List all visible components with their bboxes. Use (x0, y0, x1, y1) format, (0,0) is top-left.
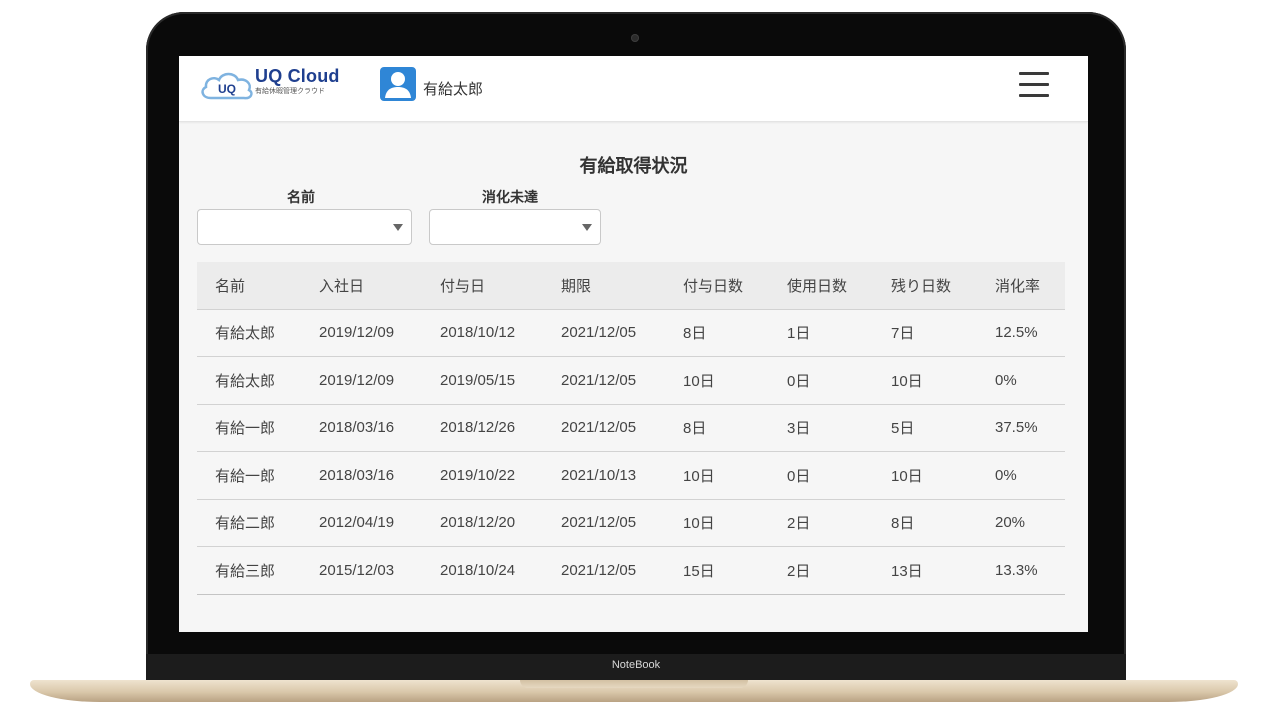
table-cell: 7日 (873, 309, 977, 357)
table-cell: 2018/10/24 (422, 546, 543, 595)
user-name: 有給太郎 (423, 80, 484, 98)
table-cell: 2021/12/05 (543, 356, 665, 405)
logo-subtitle: 有給休暇管理クラウド (255, 87, 325, 95)
table-header-row: 名前 入社日 付与日 期限 付与日数 使用日数 残り日数 消化率 (197, 262, 1065, 310)
leave-status-table: 名前 入社日 付与日 期限 付与日数 使用日数 残り日数 消化率 有給太郎 20… (197, 262, 1065, 595)
camera-icon (631, 34, 639, 42)
table-cell: 3日 (769, 404, 873, 452)
user-avatar-icon[interactable] (380, 67, 416, 101)
table-cell: 2021/12/05 (543, 404, 665, 452)
table-cell: 0% (977, 451, 1065, 500)
table-row[interactable]: 有給二郎 2012/04/19 2018/12/20 2021/12/05 10… (197, 499, 1065, 547)
table-cell: 10日 (665, 499, 769, 547)
table-cell: 2日 (769, 499, 873, 547)
logo-badge-text: UQ (218, 82, 236, 96)
column-header[interactable]: 消化率 (977, 262, 1065, 310)
table-cell: 有給一郎 (197, 404, 301, 452)
page-title: 有給取得状況 (579, 156, 688, 177)
filter-label-name: 名前 (287, 190, 315, 206)
table-cell: 2019/12/09 (301, 356, 422, 405)
table-cell: 有給太郎 (197, 356, 301, 405)
chevron-down-icon (393, 224, 403, 231)
table-cell: 10日 (873, 451, 977, 500)
column-header[interactable]: 入社日 (301, 262, 422, 310)
column-header[interactable]: 名前 (197, 262, 301, 310)
table-cell: 0% (977, 356, 1065, 405)
table-cell: 2018/03/16 (301, 451, 422, 500)
table-cell: 有給二郎 (197, 499, 301, 547)
table-cell: 2021/12/05 (543, 499, 665, 547)
column-header[interactable]: 残り日数 (873, 262, 977, 310)
table-cell: 2021/12/05 (543, 546, 665, 595)
unfulfilled-select[interactable] (429, 209, 601, 245)
filter-label-unfulfilled: 消化未達 (482, 190, 538, 206)
table-cell: 15日 (665, 546, 769, 595)
table-cell: 13.3% (977, 546, 1065, 595)
user-icon (385, 72, 411, 98)
name-select[interactable] (197, 209, 412, 245)
table-cell: 2日 (769, 546, 873, 595)
table-cell: 2018/12/20 (422, 499, 543, 547)
table-row[interactable]: 有給一郎 2018/03/16 2018/12/26 2021/12/05 8日… (197, 404, 1065, 452)
table-cell: 2019/12/09 (301, 309, 422, 357)
table-cell: 8日 (873, 499, 977, 547)
table-row[interactable]: 有給一郎 2018/03/16 2019/10/22 2021/10/13 10… (197, 451, 1065, 500)
laptop-hinge-notch (520, 680, 748, 688)
column-header[interactable]: 付与日 (422, 262, 543, 310)
table-cell: 有給太郎 (197, 309, 301, 357)
table-cell: 8日 (665, 309, 769, 357)
table-cell: 37.5% (977, 404, 1065, 452)
table-row[interactable]: 有給太郎 2019/12/09 2018/10/12 2021/12/05 8日… (197, 309, 1065, 357)
table-cell: 2012/04/19 (301, 499, 422, 547)
table-cell: 0日 (769, 356, 873, 405)
table-cell: 2018/10/12 (422, 309, 543, 357)
column-header[interactable]: 使用日数 (769, 262, 873, 310)
hamburger-menu-icon[interactable] (1018, 72, 1050, 98)
table-cell: 2015/12/03 (301, 546, 422, 595)
table-cell: 10日 (665, 451, 769, 500)
logo-title: UQ Cloud (255, 66, 340, 86)
table-cell: 1日 (769, 309, 873, 357)
table-row[interactable]: 有給太郎 2019/12/09 2019/05/15 2021/12/05 10… (197, 356, 1065, 405)
table-cell: 12.5% (977, 309, 1065, 357)
table-cell: 20% (977, 499, 1065, 547)
laptop-brand-label: NoteBook (611, 659, 661, 671)
table-cell: 13日 (873, 546, 977, 595)
table-cell: 8日 (665, 404, 769, 452)
chevron-down-icon (582, 224, 592, 231)
table-cell: 2021/12/05 (543, 309, 665, 357)
table-cell: 2019/10/22 (422, 451, 543, 500)
table-cell: 10日 (665, 356, 769, 405)
table-row[interactable]: 有給三郎 2015/12/03 2018/10/24 2021/12/05 15… (197, 546, 1065, 595)
column-header[interactable]: 付与日数 (665, 262, 769, 310)
table-cell: 有給三郎 (197, 546, 301, 595)
table-cell: 0日 (769, 451, 873, 500)
table-cell: 2019/05/15 (422, 356, 543, 405)
table-cell: 10日 (873, 356, 977, 405)
table-cell: 2018/03/16 (301, 404, 422, 452)
table-cell: 2021/10/13 (543, 451, 665, 500)
table-cell: 有給一郎 (197, 451, 301, 500)
app-header: UQ UQ Cloud 有給休暇管理クラウド 有給太郎 (179, 56, 1088, 122)
cloud-logo-icon: UQ (201, 72, 253, 100)
table-cell: 5日 (873, 404, 977, 452)
logo[interactable]: UQ UQ Cloud 有給休暇管理クラウド (197, 66, 347, 110)
table-cell: 2018/12/26 (422, 404, 543, 452)
column-header[interactable]: 期限 (543, 262, 665, 310)
app-screen: UQ UQ Cloud 有給休暇管理クラウド 有給太郎 有給取得状況 名前 消化… (179, 56, 1088, 632)
